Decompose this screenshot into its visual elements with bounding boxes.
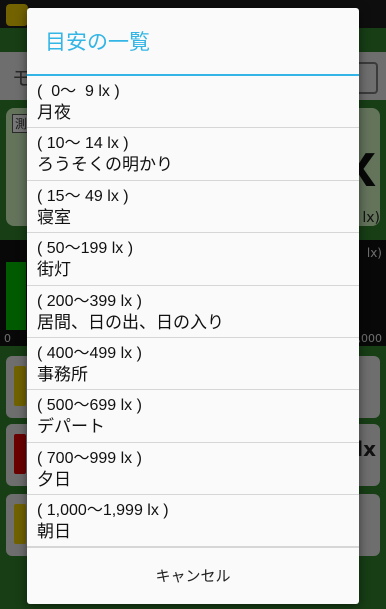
item-label: 朝日 <box>37 522 71 543</box>
list-item[interactable]: ( 0〜 9 lx ) 月夜 <box>27 76 359 129</box>
list-item[interactable]: ( 200〜399 lx ) 居間、日の出、日の入り <box>27 286 359 338</box>
dialog-footer: キャンセル <box>27 546 359 604</box>
item-label: 夕日 <box>37 469 71 490</box>
item-range: ( 200〜399 lx ) <box>37 292 142 310</box>
item-range: ( 1,000〜1,999 lx ) <box>37 502 169 520</box>
item-range: ( 700〜999 lx ) <box>37 449 142 467</box>
item-label: 寝室 <box>37 207 71 228</box>
item-range: ( 500〜699 lx ) <box>37 397 142 415</box>
reference-list-dialog: 目安の一覧 ( 0〜 9 lx ) 月夜 ( 10〜 14 lx ) ろうそくの… <box>27 8 359 604</box>
list-item[interactable]: ( 10〜 14 lx ) ろうそくの明かり <box>27 128 359 181</box>
item-label: 街灯 <box>37 260 71 281</box>
dialog-title: 目安の一覧 <box>27 8 359 76</box>
cancel-button[interactable]: キャンセル <box>27 547 359 604</box>
item-range: ( 400〜499 lx ) <box>37 344 142 362</box>
item-label: 居間、日の出、日の入り <box>37 312 224 333</box>
list-item[interactable]: ( 400〜499 lx ) 事務所 <box>27 338 359 391</box>
list-item[interactable]: ( 15〜 49 lx ) 寝室 <box>27 181 359 234</box>
item-range: ( 50〜199 lx ) <box>37 240 134 258</box>
reference-list: ( 0〜 9 lx ) 月夜 ( 10〜 14 lx ) ろうそくの明かり ( … <box>27 76 359 548</box>
item-label: 月夜 <box>37 103 71 123</box>
list-item[interactable]: ( 50〜199 lx ) 街灯 <box>27 233 359 286</box>
list-item[interactable]: ( 700〜999 lx ) 夕日 <box>27 443 359 496</box>
list-item[interactable]: ( 500〜699 lx ) デパート <box>27 390 359 443</box>
item-label: デパート <box>37 417 105 438</box>
item-label: 事務所 <box>37 364 88 385</box>
item-label: ろうそくの明かり <box>37 155 173 176</box>
item-range: ( 10〜 14 lx ) <box>37 135 129 153</box>
list-item[interactable]: ( 1,000〜1,999 lx ) 朝日 <box>27 495 359 548</box>
item-range: ( 0〜 9 lx ) <box>37 83 120 100</box>
item-range: ( 15〜 49 lx ) <box>37 187 129 205</box>
